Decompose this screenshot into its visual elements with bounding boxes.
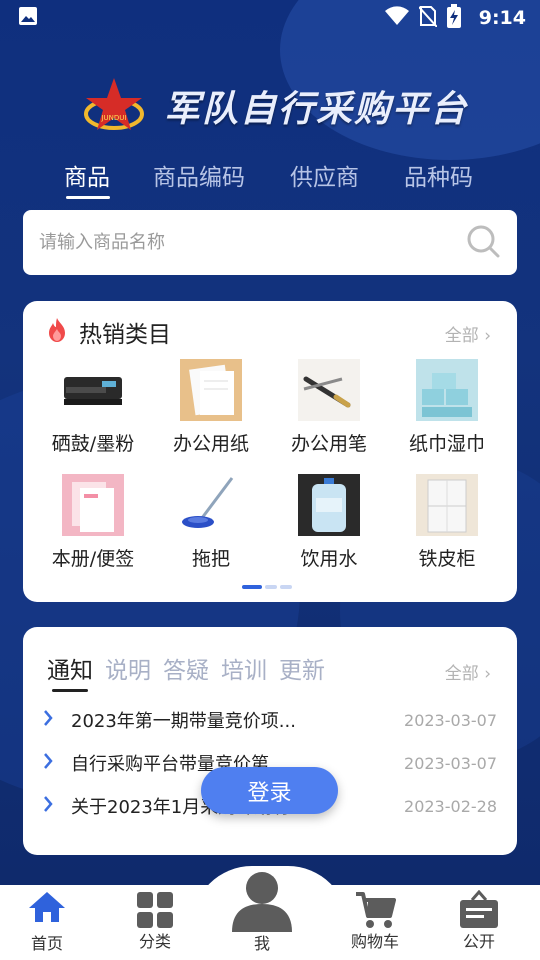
steel-cabinet-image: [416, 474, 478, 536]
tab-goods[interactable]: 商品: [64, 158, 110, 192]
fire-icon: [45, 317, 69, 347]
category-steel-cabinet[interactable]: 铁皮柜: [392, 474, 502, 571]
category-toner[interactable]: 硒鼓/墨粉: [38, 359, 148, 456]
image-notification-icon: [18, 6, 38, 30]
nav-public[interactable]: 公开: [439, 889, 519, 952]
notice-item[interactable]: 2023年第一期带量竞价项... 2023-03-07: [43, 705, 497, 735]
notebook-image: [62, 474, 124, 536]
nav-category[interactable]: 分类: [115, 890, 195, 952]
hot-categories-title: 热销类目: [79, 322, 171, 348]
clock: 9:14: [478, 7, 526, 29]
tab-qa[interactable]: 答疑: [163, 651, 209, 685]
category-mop[interactable]: 拖把: [156, 474, 266, 571]
notice-tab-indicator: [52, 689, 88, 692]
notice-date: 2023-02-28: [404, 796, 497, 816]
category-water[interactable]: 饮用水: [274, 474, 384, 571]
office-paper-image: [180, 359, 242, 421]
tab-updates[interactable]: 更新: [279, 651, 325, 685]
bottled-water-image: [298, 474, 360, 536]
active-tab-indicator: [66, 196, 110, 199]
chevron-right-icon: [43, 795, 63, 817]
notice-card: 通知 说明 答疑 培训 更新 全部 › 2023年第一期带量竞价项... 202…: [23, 627, 517, 855]
notice-date: 2023-03-07: [404, 710, 497, 730]
battery-charging-icon: [446, 4, 461, 32]
tab-supplier[interactable]: 供应商: [290, 158, 359, 192]
search-bar: [23, 210, 517, 275]
category-notebook[interactable]: 本册/便签: [38, 474, 148, 571]
chevron-right-icon: [43, 752, 63, 774]
status-bar: 9:14: [0, 0, 540, 36]
nav-cart[interactable]: 购物车: [335, 890, 415, 952]
chevron-right-icon: [43, 709, 63, 731]
login-button[interactable]: 登录: [201, 767, 338, 814]
tissue-image: [416, 359, 478, 421]
chevron-right-icon: ›: [484, 326, 491, 346]
chevron-right-icon: ›: [484, 664, 491, 684]
app-title: 军队自行采购平台: [164, 89, 469, 130]
home-icon: [27, 892, 67, 928]
wifi-icon: [384, 6, 409, 30]
tab-variety-code[interactable]: 品种码: [404, 158, 473, 192]
notice-title: 2023年第一期带量竞价项...: [71, 711, 296, 732]
tab-goods-code[interactable]: 商品编码: [153, 158, 245, 192]
search-input[interactable]: [39, 232, 465, 253]
notice-date: 2023-03-07: [404, 753, 497, 773]
toner-cartridge-image: [62, 359, 124, 421]
notice-more-link[interactable]: 全部 ›: [445, 659, 491, 684]
category-tissue[interactable]: 纸巾湿巾: [392, 359, 502, 456]
office-pen-image: [298, 359, 360, 421]
nav-home[interactable]: 首页: [7, 890, 87, 954]
hot-more-link[interactable]: 全部 ›: [445, 321, 491, 346]
hot-categories-card: 热销类目 全部 › 硒鼓/墨粉 办公用纸 办公用笔 纸巾湿巾 本册/便签 拖把 …: [23, 301, 517, 602]
carousel-indicator: [242, 585, 292, 589]
emblem-icon: JUNDUI: [84, 76, 148, 136]
no-sim-icon: [417, 5, 438, 31]
tab-training[interactable]: 培训: [221, 651, 267, 685]
nav-me[interactable]: 我: [222, 870, 302, 954]
svg-text:JUNDUI: JUNDUI: [100, 114, 126, 122]
search-icon[interactable]: [465, 223, 501, 263]
category-office-pen[interactable]: 办公用笔: [274, 359, 384, 456]
tab-explanation[interactable]: 说明: [105, 651, 151, 685]
tab-notice[interactable]: 通知: [47, 651, 93, 685]
app-logo: JUNDUI 军队自行采购平台: [84, 76, 468, 136]
category-office-paper[interactable]: 办公用纸: [156, 359, 266, 456]
notice-tabs: 通知 说明 答疑 培训 更新: [47, 651, 325, 685]
mop-image: [180, 474, 242, 536]
search-type-tabs: 商品 商品编码 供应商 品种码: [0, 158, 540, 204]
